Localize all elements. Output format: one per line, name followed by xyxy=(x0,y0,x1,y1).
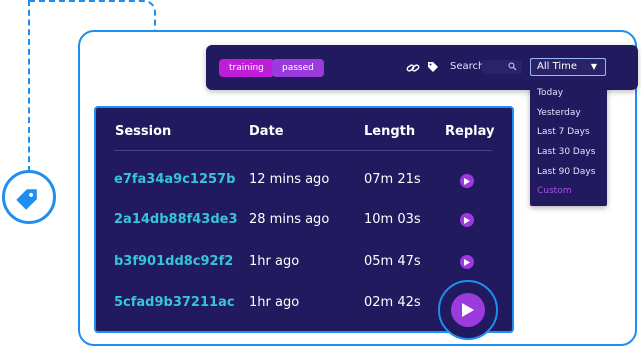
session-id[interactable]: b3f901dd8c92f2 xyxy=(114,254,233,269)
session-length: 02m 42s xyxy=(364,295,421,310)
session-length: 07m 21s xyxy=(364,172,421,187)
play-button-circle xyxy=(451,293,485,327)
search-icon[interactable] xyxy=(508,62,517,71)
session-id[interactable]: 2a14db88f43de3 xyxy=(114,212,238,227)
filter-chip-passed[interactable]: passed xyxy=(272,59,324,77)
dropdown-option-today[interactable]: Today xyxy=(537,88,563,98)
session-id[interactable]: 5cfad9b37211ac xyxy=(114,295,235,310)
filter-chip-training[interactable]: training xyxy=(219,59,274,77)
session-length: 10m 03s xyxy=(364,212,421,227)
play-icon xyxy=(462,303,474,317)
column-header-length: Length xyxy=(364,124,416,139)
dropdown-option-last-7-days[interactable]: Last 7 Days xyxy=(537,127,590,137)
dropdown-option-custom[interactable]: Custom xyxy=(537,186,571,196)
column-header-date: Date xyxy=(249,124,284,139)
search-label: Search xyxy=(450,61,485,72)
session-date: 1hr ago xyxy=(249,254,300,269)
time-range-value: All Time xyxy=(537,61,578,72)
column-header-replay: Replay xyxy=(445,124,495,139)
time-range-dropdown: Today Yesterday Last 7 Days Last 30 Days… xyxy=(530,84,607,206)
header-divider xyxy=(114,150,492,151)
replay-button[interactable] xyxy=(460,174,474,188)
session-date: 12 mins ago xyxy=(249,172,330,187)
session-length: 05m 47s xyxy=(364,254,421,269)
dropdown-option-yesterday[interactable]: Yesterday xyxy=(537,108,581,118)
session-date: 28 mins ago xyxy=(249,212,330,227)
tag-icon[interactable] xyxy=(427,61,439,73)
chevron-down-icon: ▼ xyxy=(590,62,597,71)
play-icon xyxy=(464,177,470,185)
link-icon[interactable] xyxy=(406,61,420,75)
play-icon xyxy=(464,216,470,224)
dropdown-option-last-90-days[interactable]: Last 90 Days xyxy=(537,167,595,177)
play-icon xyxy=(464,258,470,266)
time-range-select[interactable]: All Time ▼ xyxy=(530,58,606,76)
replay-button[interactable] xyxy=(460,213,474,227)
tag-icon xyxy=(16,189,37,210)
tag-badge xyxy=(2,170,56,224)
dropdown-option-last-30-days[interactable]: Last 30 Days xyxy=(537,147,595,157)
column-header-session: Session xyxy=(115,124,172,139)
replay-button[interactable] xyxy=(460,255,474,269)
session-id[interactable]: e7fa34a9c1257b xyxy=(114,172,235,187)
session-date: 1hr ago xyxy=(249,295,300,310)
replay-button-highlighted[interactable] xyxy=(438,280,498,340)
